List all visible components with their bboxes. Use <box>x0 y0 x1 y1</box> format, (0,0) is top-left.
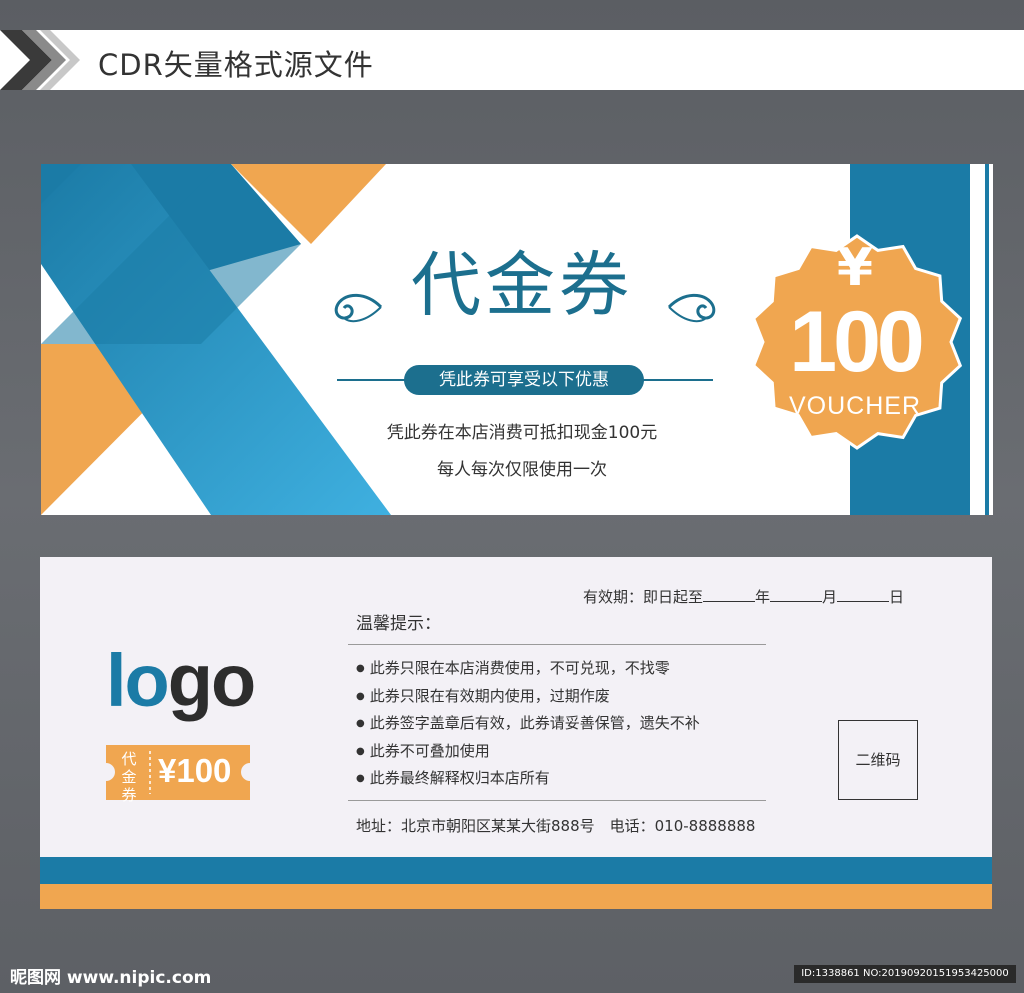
qr-code-box: 二维码 <box>838 720 918 800</box>
tips-title: 温馨提示： <box>356 614 441 634</box>
front-line-2: 每人每次仅限使用一次 <box>437 460 607 480</box>
front-line-1: 凭此券在本店消费可抵扣现金100元 <box>386 423 658 443</box>
tips-divider-bottom <box>348 800 766 801</box>
header-bar: CDR矢量格式源文件 <box>0 30 1024 90</box>
address-line: 地址：北京市朝阳区某某大街888号 电话：010-8888888 <box>356 817 756 835</box>
back-stripe-orange <box>40 884 992 909</box>
header-title: CDR矢量格式源文件 <box>98 48 374 82</box>
validity-line: 有效期：即日起至年月日 <box>583 588 905 606</box>
swirl-left-icon <box>334 293 383 323</box>
back-stripe-blue <box>40 857 992 884</box>
subtitle-pill: 凭此券可享受以下优惠 <box>404 365 644 395</box>
ticket-amount: ¥100 <box>158 752 232 789</box>
list-item: 此券不可叠加使用 <box>356 738 700 766</box>
watermark-right: ID:1338861 NO:20190920151953425000 <box>794 965 1016 983</box>
list-item: 此券只限在有效期内使用，过期作废 <box>356 683 700 711</box>
chevron-right-icon <box>0 30 80 90</box>
badge-amount: 100 <box>789 294 925 390</box>
badge-currency: ¥ <box>836 238 874 298</box>
swirl-right-icon <box>667 293 716 323</box>
tips-list: 此券只限在本店消费使用，不可兑现，不找零 此券只限在有效期内使用，过期作废 此券… <box>356 655 700 793</box>
logo: logo <box>106 639 256 722</box>
list-item: 此券最终解释权归本店所有 <box>356 765 700 793</box>
badge-label: VOUCHER <box>788 392 921 420</box>
ticket-label: 代金券 <box>121 750 137 804</box>
tips-divider-top <box>348 644 766 645</box>
list-item: 此券签字盖章后有效，此券请妥善保管，遗失不补 <box>356 710 700 738</box>
list-item: 此券只限在本店消费使用，不可兑现，不找零 <box>356 655 700 683</box>
watermark-left: 昵图网 www.nipic.com <box>10 968 212 988</box>
